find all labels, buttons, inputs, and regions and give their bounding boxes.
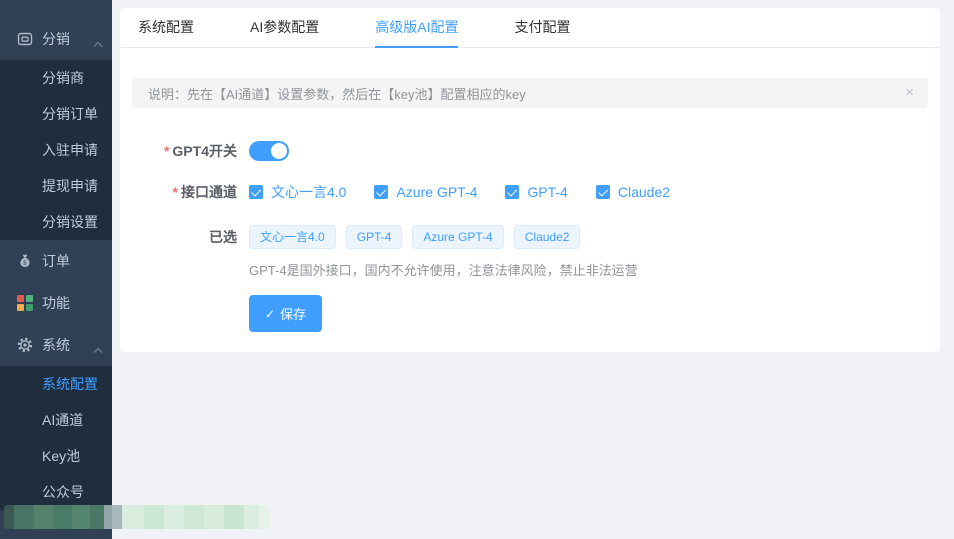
sidebar-item-label: 系统 <box>42 335 70 355</box>
required-mark: * <box>164 143 169 159</box>
sidebar-item-system[interactable]: 系统 <box>0 324 112 366</box>
toggle-knob <box>271 143 287 159</box>
check-icon: ✓ <box>265 307 275 321</box>
selected-tag: Azure GPT-4 <box>412 225 503 249</box>
sidebar-item-ai-channel[interactable]: AI通道 <box>0 402 112 438</box>
svg-text:$: $ <box>22 259 26 267</box>
blurred-watermark <box>4 505 270 529</box>
advanced-ai-form: *GPT4开关 *接口通道 文心一言4.0 Azure GPT-4 GPT-4 … <box>120 138 940 332</box>
checkbox-checked-icon <box>505 185 519 199</box>
channels-label: *接口通道 <box>120 182 237 202</box>
sidebar-item-orders[interactable]: $ 订单 <box>0 240 112 282</box>
sidebar-item-distribution-orders[interactable]: 分销订单 <box>0 96 112 132</box>
selected-tag: 文心一言4.0 <box>249 225 336 249</box>
tab-ai-params-config[interactable]: AI参数配置 <box>250 8 319 48</box>
sidebar-item-label: 订单 <box>42 251 70 271</box>
checkbox-checked-icon <box>596 185 610 199</box>
gpt4-warning-note: GPT-4是国外接口，国内不允许使用，注意法律风险，禁止非法运营 <box>249 260 940 279</box>
info-alert: 说明：先在【AI通道】设置参数，然后在【key池】配置相应的key × <box>132 78 928 108</box>
save-button-label: 保存 <box>280 304 306 323</box>
selected-tag: GPT-4 <box>346 225 403 249</box>
order-icon: $ <box>16 253 33 270</box>
channels-row: *接口通道 文心一言4.0 Azure GPT-4 GPT-4 Claude2 <box>120 182 940 202</box>
sidebar-item-distributors[interactable]: 分销商 <box>0 60 112 96</box>
submenu-distribution: 分销商 分销订单 入驻申请 提现申请 分销设置 <box>0 60 112 240</box>
chevron-up-icon <box>93 341 103 348</box>
checkbox-azure-gpt4[interactable]: Azure GPT-4 <box>374 184 477 200</box>
sidebar-item-entry-applications[interactable]: 入驻申请 <box>0 132 112 168</box>
required-mark: * <box>173 184 178 200</box>
sidebar-item-distribution-settings[interactable]: 分销设置 <box>0 204 112 240</box>
sidebar-item-withdrawal-applications[interactable]: 提现申请 <box>0 168 112 204</box>
close-icon[interactable]: × <box>905 84 914 102</box>
checkbox-gpt4[interactable]: GPT-4 <box>505 184 567 200</box>
tab-payment-config[interactable]: 支付配置 <box>514 8 570 48</box>
submenu-system: 系统配置 AI通道 Key池 公众号 <box>0 366 112 510</box>
chevron-up-icon <box>93 35 103 42</box>
alert-text: 说明：先在【AI通道】设置参数，然后在【key池】配置相应的key <box>148 84 526 103</box>
gear-icon <box>16 337 33 354</box>
config-tabs: 系统配置 AI参数配置 高级版AI配置 支付配置 <box>120 8 940 48</box>
selected-tag: Claude2 <box>514 225 581 249</box>
sidebar-item-key-pool[interactable]: Key池 <box>0 438 112 474</box>
distribution-icon <box>16 31 33 48</box>
save-button[interactable]: ✓ 保存 <box>249 295 322 332</box>
sidebar-item-label: 分销 <box>42 29 70 49</box>
checkbox-checked-icon <box>249 185 263 199</box>
selected-row: 已选 文心一言4.0 GPT-4 Azure GPT-4 Claude2 <box>120 224 940 250</box>
checkbox-wenxin[interactable]: 文心一言4.0 <box>249 182 346 202</box>
tab-advanced-ai-config[interactable]: 高级版AI配置 <box>375 8 458 48</box>
checkbox-claude2[interactable]: Claude2 <box>596 184 670 200</box>
tab-system-config[interactable]: 系统配置 <box>138 8 194 48</box>
content-card: 系统配置 AI参数配置 高级版AI配置 支付配置 说明：先在【AI通道】设置参数… <box>120 8 940 352</box>
sidebar-item-features[interactable]: 功能 <box>0 282 112 324</box>
checkbox-checked-icon <box>374 185 388 199</box>
sidebar-item-system-config[interactable]: 系统配置 <box>0 366 112 402</box>
selected-label: 已选 <box>120 227 237 247</box>
sidebar-item-label: 功能 <box>42 293 70 313</box>
features-icon <box>16 295 33 312</box>
sidebar-item-distribution[interactable]: 分销 <box>0 18 112 60</box>
gpt4-switch-row: *GPT4开关 <box>120 138 940 164</box>
gpt4-switch-label: *GPT4开关 <box>120 141 237 161</box>
gpt4-toggle[interactable] <box>249 141 289 161</box>
sidebar: 分销 分销商 分销订单 入驻申请 提现申请 分销设置 $ 订单 功能 系统 系统… <box>0 0 112 539</box>
